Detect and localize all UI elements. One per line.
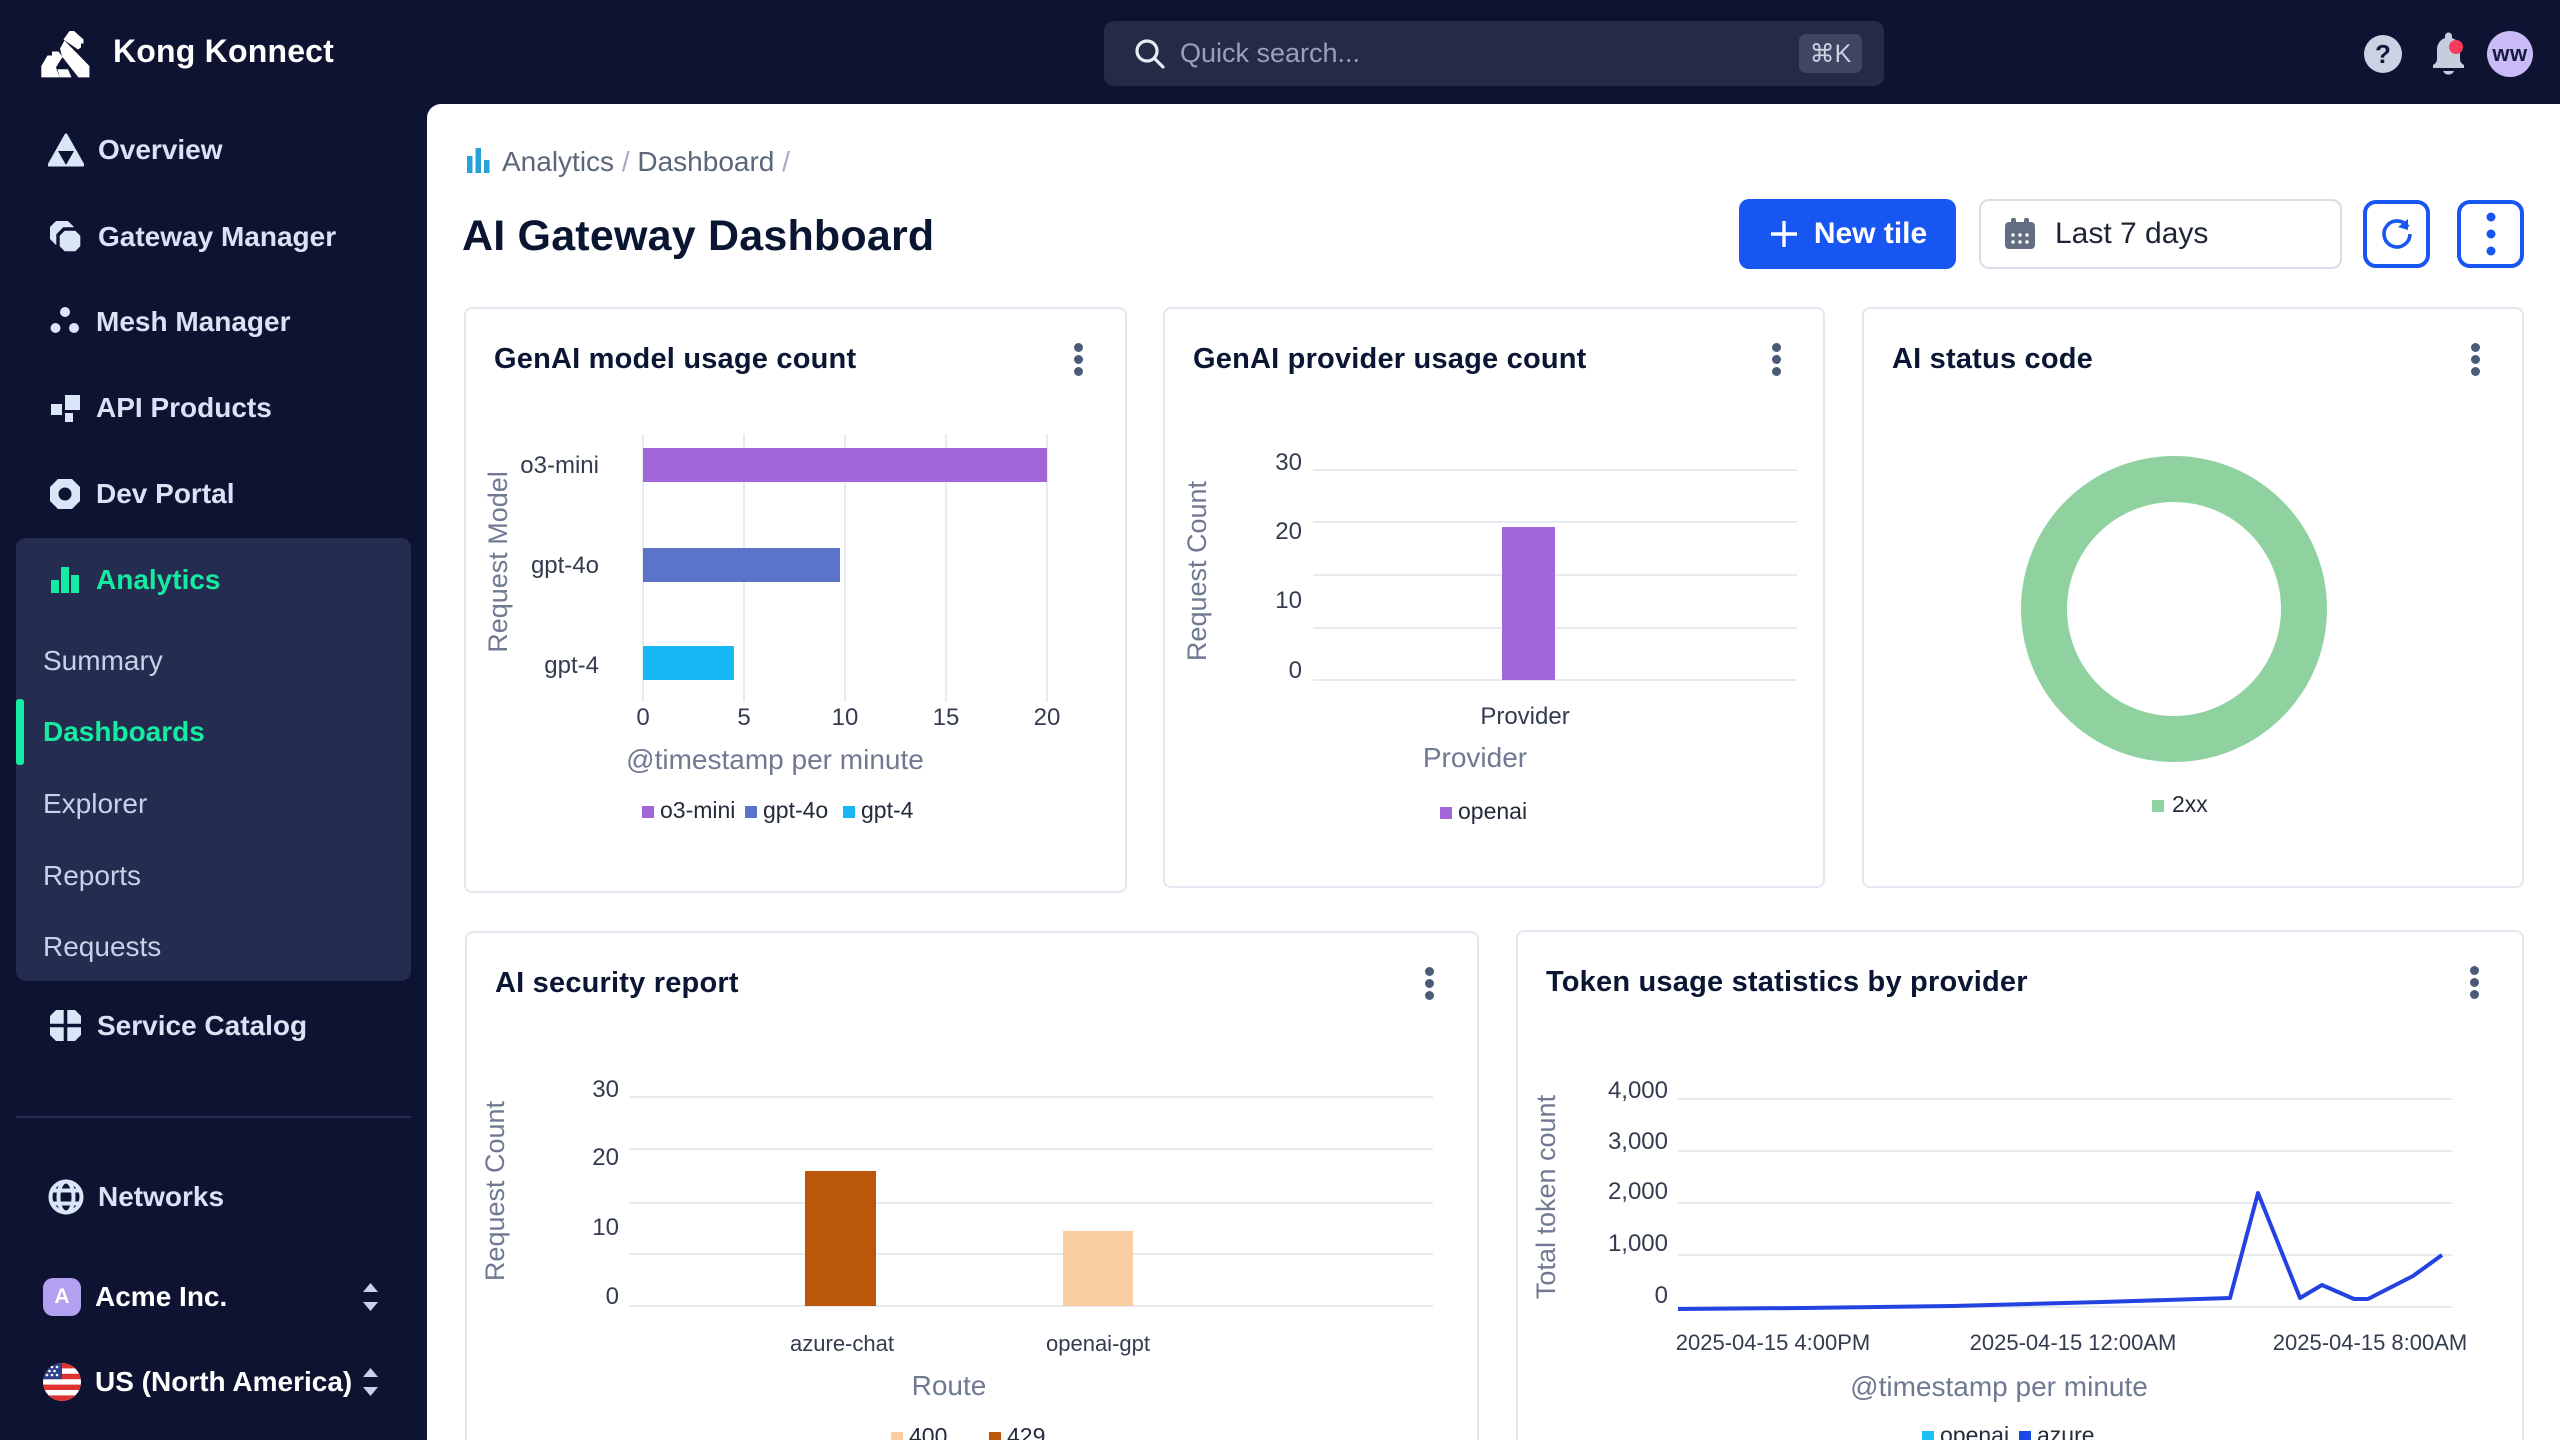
svg-text:openai: openai [1458, 798, 1527, 824]
svg-text:Request Model: Request Model [483, 471, 513, 653]
svg-text:5: 5 [737, 704, 750, 731]
svg-text:o3-mini: o3-mini [660, 797, 735, 823]
svg-text:4,000: 4,000 [1608, 1077, 1668, 1104]
svg-text:@timestamp per minute: @timestamp per minute [626, 744, 924, 775]
svg-text:2025-04-15 8:00AM: 2025-04-15 8:00AM [2273, 1330, 2467, 1355]
svg-text:2025-04-15 4:00PM: 2025-04-15 4:00PM [1676, 1330, 1870, 1355]
svg-text:o3-mini: o3-mini [520, 452, 599, 479]
svg-text:0: 0 [606, 1283, 619, 1310]
svg-text:0: 0 [1289, 657, 1302, 684]
svg-text:2,000: 2,000 [1608, 1178, 1668, 1205]
svg-text:openai: openai [1940, 1422, 2009, 1440]
svg-text:gpt-4o: gpt-4o [531, 552, 599, 579]
svg-text:gpt-4o: gpt-4o [763, 797, 828, 823]
svg-text:openai-gpt: openai-gpt [1046, 1331, 1150, 1356]
svg-text:Total token count: Total token count [1531, 1094, 1561, 1299]
svg-text:30: 30 [1275, 449, 1302, 476]
svg-text:0: 0 [636, 704, 649, 731]
svg-text:10: 10 [592, 1214, 619, 1241]
svg-text:1,000: 1,000 [1608, 1230, 1668, 1257]
svg-text:gpt-4: gpt-4 [544, 652, 599, 679]
svg-text:0: 0 [1655, 1282, 1668, 1309]
svg-text:3,000: 3,000 [1608, 1128, 1668, 1155]
svg-text:azure: azure [2037, 1422, 2095, 1440]
svg-text:Request Count: Request Count [1182, 480, 1212, 661]
svg-text:10: 10 [832, 704, 859, 731]
svg-text:@timestamp per minute: @timestamp per minute [1850, 1371, 2148, 1402]
svg-text:30: 30 [592, 1076, 619, 1103]
svg-text:2xx: 2xx [2172, 791, 2208, 817]
svg-text:gpt-4: gpt-4 [861, 797, 914, 823]
svg-text:400: 400 [909, 1423, 947, 1440]
svg-text:Provider: Provider [1480, 703, 1569, 730]
svg-text:429: 429 [1007, 1423, 1045, 1440]
svg-text:10: 10 [1275, 587, 1302, 614]
svg-text:15: 15 [933, 704, 960, 731]
svg-text:Provider: Provider [1423, 742, 1527, 773]
svg-text:20: 20 [592, 1144, 619, 1171]
svg-text:Request Count: Request Count [480, 1100, 510, 1281]
svg-text:2025-04-15 12:00AM: 2025-04-15 12:00AM [1970, 1330, 2177, 1355]
svg-text:Route: Route [912, 1370, 987, 1401]
svg-text:20: 20 [1034, 704, 1061, 731]
svg-text:azure-chat: azure-chat [790, 1331, 894, 1356]
svg-text:20: 20 [1275, 518, 1302, 545]
